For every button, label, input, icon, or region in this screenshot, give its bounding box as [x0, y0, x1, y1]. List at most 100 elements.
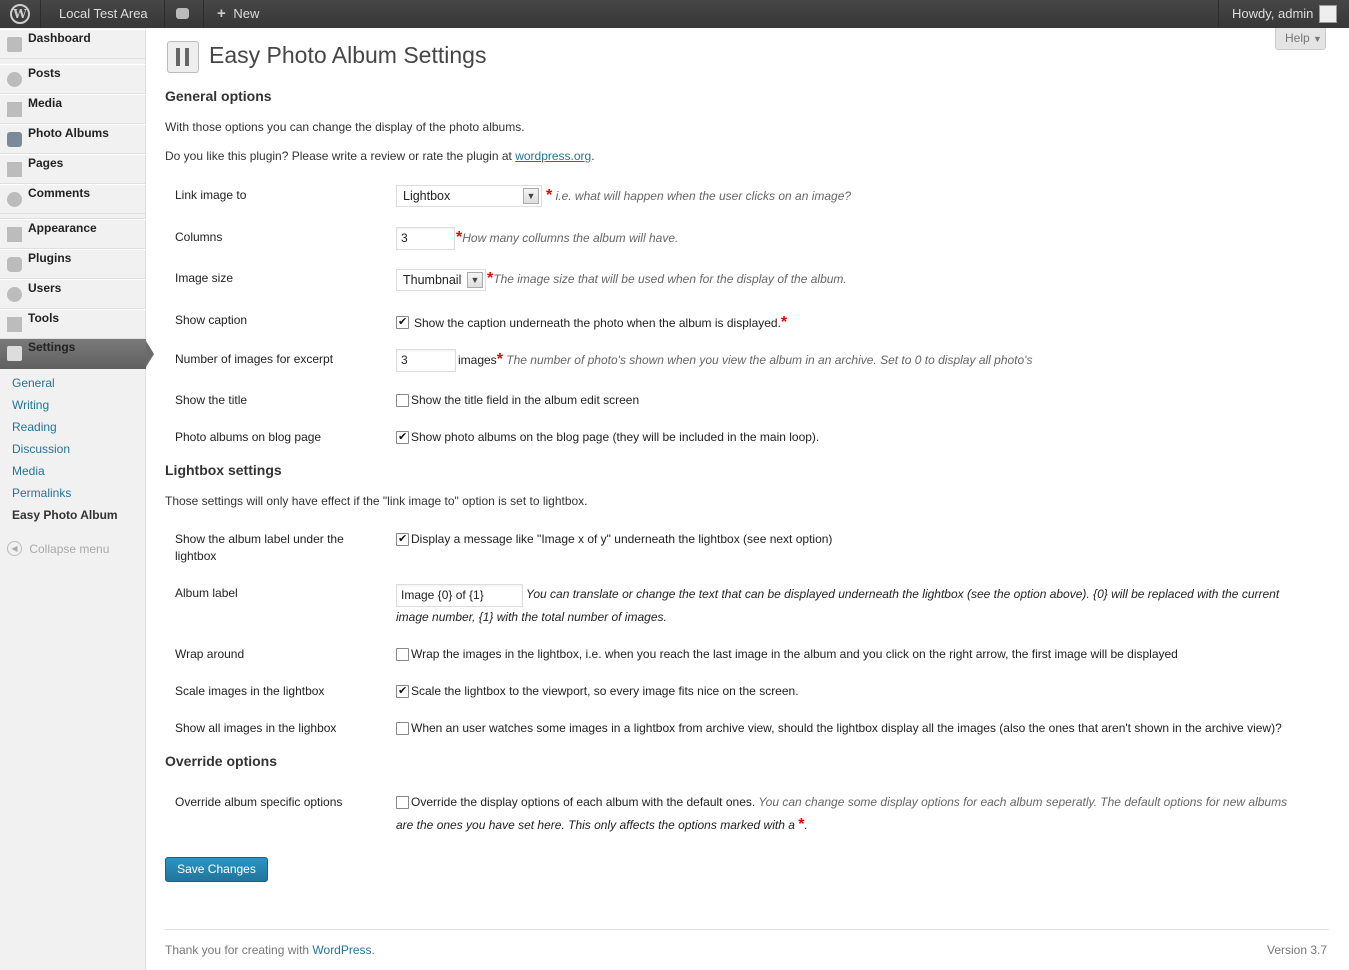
scale-text: Scale the lightbox to the viewport, so e… — [411, 684, 799, 698]
required-star: * — [780, 314, 788, 331]
new-content-button[interactable]: + New — [217, 0, 259, 28]
show-caption-checkbox[interactable] — [396, 315, 409, 329]
menu-posts[interactable]: Posts — [0, 64, 146, 94]
help-label: Help — [1285, 31, 1310, 45]
chevron-down-icon: ▼ — [467, 272, 483, 288]
chevron-down-icon: ▼ — [523, 188, 539, 204]
album-label-desc-2: image number, {1} with the total number … — [396, 610, 667, 624]
wrap-checkbox[interactable] — [396, 648, 409, 661]
columns-desc: *How many collumns the album will have. — [456, 229, 679, 246]
settings-page-icon — [167, 41, 199, 73]
collapse-arrow-icon: ◀ — [7, 541, 22, 557]
dashboard-icon — [7, 37, 22, 52]
comments-icon[interactable] — [176, 8, 189, 19]
menu-settings[interactable]: Settings — [0, 339, 154, 369]
plugin-icon — [7, 257, 22, 272]
howdy-text: Howdy, admin — [1232, 6, 1314, 21]
menu-dashboard[interactable]: Dashboard — [0, 29, 146, 59]
footer-divider — [165, 929, 1329, 930]
new-label: New — [233, 6, 260, 21]
scale-checkbox[interactable] — [396, 684, 409, 698]
page-title: Easy Photo Album Settings — [209, 42, 487, 68]
submenu-reading[interactable]: Reading — [12, 420, 57, 434]
comment-icon — [7, 192, 22, 207]
footer-version: Version 3.7 — [1267, 943, 1328, 957]
blog-page-text: Show photo albums on the blog page (they… — [411, 430, 820, 444]
submenu-discussion[interactable]: Discussion — [12, 442, 70, 456]
show-all-text: When an user watches some images in a li… — [411, 721, 1282, 735]
override-heading: Override options — [165, 753, 278, 769]
show-all-checkbox[interactable] — [396, 722, 409, 735]
camera-icon — [7, 132, 22, 147]
review-suffix: . — [591, 149, 595, 163]
wordpress-org-link[interactable]: wordpress.org — [515, 149, 591, 163]
menu-comments[interactable]: Comments — [0, 184, 146, 214]
menu-pages[interactable]: Pages — [0, 154, 146, 184]
show-all-label: Show all images in the lighbox — [175, 721, 337, 735]
wrap-label: Wrap around — [175, 647, 245, 661]
show-title-text: Show the title field in the album edit s… — [411, 393, 640, 407]
album-label-show-checkbox[interactable] — [396, 532, 409, 546]
submenu-permalinks[interactable]: Permalinks — [12, 486, 71, 500]
save-changes-button[interactable]: Save Changes — [165, 857, 268, 882]
album-label-show-label: Show the album label under the lightbox — [175, 532, 344, 563]
admin-sidebar: Dashboard Posts Media Photo Albums Pages… — [0, 28, 154, 970]
image-size-select[interactable]: Thumbnail ▼ — [396, 269, 486, 291]
avatar[interactable] — [1319, 5, 1337, 23]
collapse-label: Collapse menu — [29, 541, 110, 556]
menu-plugins[interactable]: Plugins — [0, 249, 146, 279]
override-text: Override the display options of each alb… — [411, 795, 1288, 809]
blog-page-checkbox[interactable] — [396, 430, 409, 444]
collapse-menu[interactable]: ◀ Collapse menu — [7, 541, 110, 557]
howdy-account[interactable]: Howdy, admin — [1232, 0, 1313, 28]
link-image-value: Lightbox — [403, 189, 451, 203]
review-text: Do you like this plugin? Please write a … — [165, 149, 516, 163]
submenu-media[interactable]: Media — [12, 464, 45, 478]
wrap-text: Wrap the images in the lightbox, i.e. wh… — [411, 647, 1178, 661]
users-icon — [7, 287, 22, 302]
settings-icon — [7, 346, 22, 361]
page-icon — [7, 162, 22, 177]
submenu-easy-photo-album[interactable]: Easy Photo Album — [12, 508, 118, 522]
blog-page-label: Photo albums on blog page — [175, 430, 322, 444]
tools-icon — [7, 317, 22, 332]
footer-thanks: Thank you for creating with WordPress. — [165, 943, 375, 957]
submenu-general[interactable]: General — [12, 376, 55, 390]
site-name-link[interactable]: Local Test Area — [59, 0, 148, 28]
link-image-label: Link image to — [175, 188, 247, 202]
wordpress-logo-icon[interactable]: W — [10, 4, 30, 24]
submenu-writing[interactable]: Writing — [12, 398, 49, 412]
columns-input[interactable]: 3 — [396, 227, 455, 250]
help-button[interactable]: Help ▼ — [1275, 28, 1326, 50]
menu-appearance[interactable]: Appearance — [0, 219, 146, 249]
scale-label: Scale images in the lightbox — [175, 684, 325, 698]
plus-icon: + — [217, 5, 226, 22]
override-desc-2: are the ones you have set here. This onl… — [396, 816, 808, 833]
show-title-label: Show the title — [175, 393, 248, 407]
columns-label: Columns — [175, 230, 223, 244]
image-size-label: Image size — [175, 271, 234, 285]
review-line: Do you like this plugin? Please write a … — [165, 149, 595, 163]
pin-icon — [7, 72, 22, 87]
album-label-show-text: Display a message like "Image x of y" un… — [411, 532, 833, 546]
image-size-desc: *The image size that will be used when f… — [487, 270, 847, 287]
show-title-checkbox[interactable] — [396, 394, 409, 407]
show-caption-text: Show the caption underneath the photo wh… — [414, 314, 788, 331]
lightbox-heading: Lightbox settings — [165, 462, 282, 478]
menu-photo-albums[interactable]: Photo Albums — [0, 124, 146, 154]
lightbox-intro: Those settings will only have effect if … — [165, 494, 588, 508]
album-label-desc-1: You can translate or change the text tha… — [526, 587, 1280, 601]
excerpt-input[interactable]: 3 — [396, 349, 456, 372]
media-icon — [7, 102, 22, 117]
excerpt-label: Number of images for excerpt — [175, 352, 334, 366]
link-image-select[interactable]: Lightbox ▼ — [396, 185, 542, 207]
menu-tools[interactable]: Tools — [0, 309, 146, 339]
chevron-down-icon: ▼ — [1313, 34, 1322, 44]
menu-users[interactable]: Users — [0, 279, 146, 309]
album-label-input[interactable]: Image {0} of {1} — [396, 584, 523, 607]
override-checkbox[interactable] — [396, 796, 409, 809]
album-label-label: Album label — [175, 586, 238, 600]
admin-bar: W Local Test Area + New Howdy, admin — [0, 0, 1349, 28]
wordpress-link[interactable]: WordPress — [312, 943, 371, 957]
menu-media[interactable]: Media — [0, 94, 146, 124]
